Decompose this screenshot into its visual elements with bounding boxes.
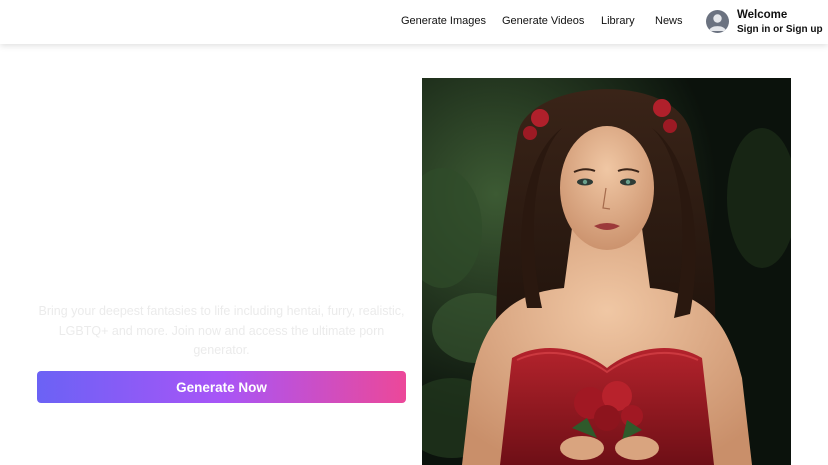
welcome-label: Welcome (737, 9, 788, 21)
user-account-menu[interactable]: Welcome Sign in or Sign up (706, 9, 824, 37)
nav-generate-videos[interactable]: Generate Videos (502, 15, 584, 27)
user-avatar-icon (706, 10, 729, 33)
generate-now-button[interactable]: Generate Now (37, 371, 406, 403)
top-nav-bar: Generate Images Generate Videos Library … (0, 0, 828, 44)
nav-news[interactable]: News (655, 15, 683, 27)
hero-tagline: Bring your deepest fantasies to life inc… (38, 304, 405, 357)
nav-generate-images[interactable]: Generate Images (401, 15, 486, 27)
nav-library[interactable]: Library (601, 15, 635, 27)
sign-in-link[interactable]: Sign in or Sign up (737, 24, 823, 35)
generated-portrait-image (422, 78, 791, 465)
